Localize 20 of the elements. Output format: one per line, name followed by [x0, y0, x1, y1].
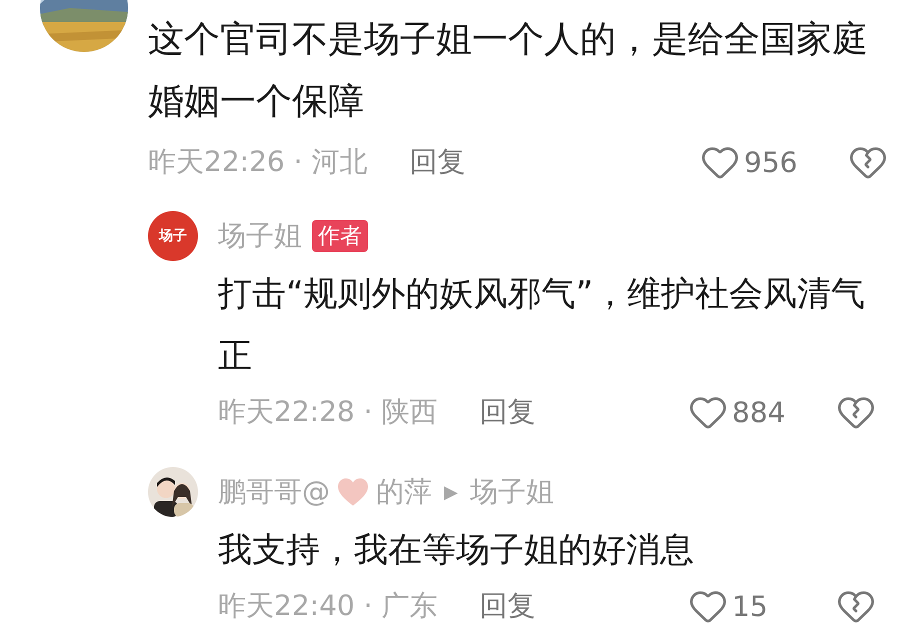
- reply-text: 我支持，我在等场子姐的好消息: [218, 529, 695, 572]
- username[interactable]: 场子姐: [218, 217, 302, 255]
- like-count: 884: [732, 396, 786, 428]
- comment-meta: 昨天22:26 · 河北: [148, 144, 368, 180]
- heart-emoji-icon: [336, 477, 370, 507]
- reply-link[interactable]: 回复: [409, 143, 466, 181]
- reply-link[interactable]: 回复: [479, 393, 536, 431]
- reply-arrow: ▶: [444, 482, 458, 502]
- username[interactable]: 鹏哥哥@: [218, 473, 330, 511]
- reply-text: 打击“规则外的妖风邪气”，维护社会风清气正: [218, 273, 866, 378]
- comment-meta: 昨天22:40 · 广东: [218, 588, 438, 624]
- reply-link[interactable]: 回复: [479, 587, 536, 625]
- avatar-logo[interactable]: 场子: [148, 211, 198, 261]
- author-badge: 作者: [312, 220, 368, 252]
- comment-meta: 昨天22:28 · 陕西: [218, 394, 438, 430]
- like-count: 15: [732, 590, 769, 622]
- reply-to-username[interactable]: 场子姐: [470, 473, 554, 511]
- like-count: 956: [744, 146, 798, 178]
- comment-text: 这个官司不是场子姐一个人的，是给全国家庭婚姻一个保障: [148, 18, 869, 124]
- username-suffix: 的萍: [376, 474, 432, 510]
